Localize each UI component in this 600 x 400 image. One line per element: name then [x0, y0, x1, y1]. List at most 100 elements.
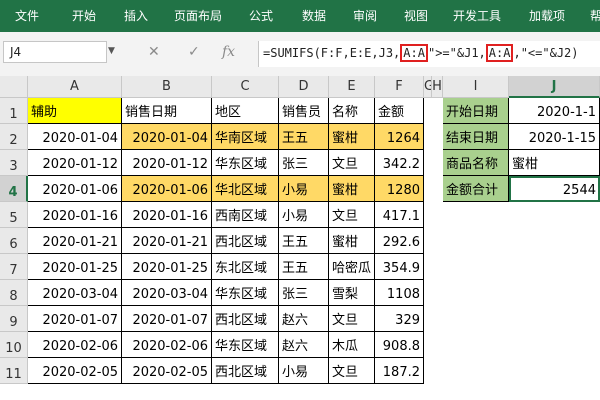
- cell[interactable]: 木瓜: [329, 332, 375, 358]
- ribbon-tab[interactable]: 文件: [15, 0, 39, 32]
- cell[interactable]: 蜜柑: [329, 176, 375, 202]
- row-header-6[interactable]: 6: [0, 228, 28, 254]
- ribbon-tab[interactable]: 帮: [590, 0, 600, 32]
- cell[interactable]: 2020-1-15: [509, 124, 600, 150]
- cell[interactable]: 2020-01-25: [28, 254, 122, 280]
- cell[interactable]: 2020-01-07: [28, 306, 122, 332]
- cell[interactable]: 华东区域: [212, 150, 279, 176]
- insert-function-icon[interactable]: fx: [222, 44, 235, 60]
- cell[interactable]: 文旦: [329, 358, 375, 384]
- cell[interactable]: 华东区域: [212, 332, 279, 358]
- cell[interactable]: 354.9: [375, 254, 424, 280]
- cell[interactable]: 雪梨: [329, 280, 375, 306]
- row-header-5[interactable]: 5: [0, 202, 28, 228]
- column-header-c[interactable]: C: [212, 76, 279, 98]
- ribbon-tab[interactable]: 插入: [124, 0, 148, 32]
- cell[interactable]: 小易: [279, 358, 329, 384]
- row-header-4[interactable]: 4: [0, 176, 28, 202]
- cell[interactable]: 张三: [279, 150, 329, 176]
- column-header-j[interactable]: J: [509, 76, 600, 98]
- cell[interactable]: 2020-01-04: [28, 124, 122, 150]
- cell[interactable]: 西北区域: [212, 228, 279, 254]
- cell[interactable]: 哈密瓜: [329, 254, 375, 280]
- cell[interactable]: 2544: [509, 176, 600, 202]
- cell[interactable]: 2020-02-06: [122, 332, 212, 358]
- cell[interactable]: 西北区域: [212, 358, 279, 384]
- cell[interactable]: 蜜柑: [329, 228, 375, 254]
- cell[interactable]: 蜜柑: [329, 124, 375, 150]
- cell[interactable]: 王五: [279, 228, 329, 254]
- cell[interactable]: 小易: [279, 176, 329, 202]
- row-header-8[interactable]: 8: [0, 280, 28, 306]
- cell[interactable]: 华北区域: [212, 176, 279, 202]
- cell[interactable]: 文旦: [329, 202, 375, 228]
- column-header-h[interactable]: H: [432, 76, 443, 98]
- cell[interactable]: 2020-01-07: [122, 306, 212, 332]
- cell[interactable]: 金额: [375, 98, 424, 124]
- cell[interactable]: 地区: [212, 98, 279, 124]
- ribbon-tab[interactable]: 审阅: [353, 0, 377, 32]
- cell[interactable]: 华东区域: [212, 280, 279, 306]
- cell[interactable]: 329: [375, 306, 424, 332]
- cell[interactable]: 1264: [375, 124, 424, 150]
- cell[interactable]: 2020-02-06: [28, 332, 122, 358]
- cell[interactable]: 东北区域: [212, 254, 279, 280]
- row-header-7[interactable]: 7: [0, 254, 28, 280]
- cell[interactable]: 2020-03-04: [28, 280, 122, 306]
- row-header-2[interactable]: 2: [0, 124, 28, 150]
- cell[interactable]: 2020-01-21: [122, 228, 212, 254]
- row-header-9[interactable]: 9: [0, 306, 28, 332]
- cell[interactable]: 王五: [279, 254, 329, 280]
- cell[interactable]: 西北区域: [212, 306, 279, 332]
- cell[interactable]: 开始日期: [443, 98, 509, 124]
- ribbon-tab[interactable]: 视图: [404, 0, 428, 32]
- cell[interactable]: 1280: [375, 176, 424, 202]
- worksheet-grid[interactable]: ABCDEFGHIJ 1234567891011 辅助销售日期地区销售员名称金额 20…: [0, 76, 600, 400]
- row-header-1[interactable]: 1: [0, 98, 28, 124]
- cell[interactable]: 小易: [279, 202, 329, 228]
- ribbon-tab[interactable]: 加载项: [529, 0, 565, 32]
- column-header-f[interactable]: F: [375, 76, 424, 98]
- cell[interactable]: 华南区域: [212, 124, 279, 150]
- name-box[interactable]: J4: [3, 41, 107, 63]
- cancel-formula-icon[interactable]: ✕: [148, 44, 160, 60]
- cell[interactable]: 文旦: [329, 150, 375, 176]
- cell[interactable]: 文旦: [329, 306, 375, 332]
- cell[interactable]: 417.1: [375, 202, 424, 228]
- ribbon-tab[interactable]: 公式: [249, 0, 273, 32]
- cell[interactable]: 1108: [375, 280, 424, 306]
- enter-formula-icon[interactable]: ✓: [188, 44, 200, 60]
- cell[interactable]: 2020-01-06: [122, 176, 212, 202]
- cell[interactable]: 2020-01-25: [122, 254, 212, 280]
- select-all-corner[interactable]: [0, 76, 28, 98]
- row-header-11[interactable]: 11: [0, 358, 28, 384]
- name-box-dropdown-icon[interactable]: ▼: [108, 46, 115, 56]
- cell[interactable]: 2020-01-16: [28, 202, 122, 228]
- cell[interactable]: 辅助: [28, 98, 122, 124]
- cell[interactable]: 张三: [279, 280, 329, 306]
- column-header-b[interactable]: B: [122, 76, 212, 98]
- cell[interactable]: 结束日期: [443, 124, 509, 150]
- cell[interactable]: 王五: [279, 124, 329, 150]
- ribbon-tab[interactable]: 开始: [72, 0, 96, 32]
- cell[interactable]: 2020-01-12: [28, 150, 122, 176]
- ribbon-tab[interactable]: 页面布局: [174, 0, 222, 32]
- column-header-i[interactable]: I: [443, 76, 509, 98]
- cell[interactable]: 187.2: [375, 358, 424, 384]
- row-header-10[interactable]: 10: [0, 332, 28, 358]
- ribbon-tab[interactable]: 数据: [302, 0, 326, 32]
- cell[interactable]: 2020-01-16: [122, 202, 212, 228]
- formula-input[interactable]: =SUMIFS(F:F,E:E,J3, A:A ">="&J1, A:A ,"<="&J…: [258, 41, 600, 67]
- cell[interactable]: 赵六: [279, 306, 329, 332]
- row-header-3[interactable]: 3: [0, 150, 28, 176]
- cell[interactable]: 销售员: [279, 98, 329, 124]
- column-header-d[interactable]: D: [279, 76, 329, 98]
- cell[interactable]: 2020-01-04: [122, 124, 212, 150]
- cell[interactable]: 2020-02-05: [122, 358, 212, 384]
- cell[interactable]: 西南区域: [212, 202, 279, 228]
- cell[interactable]: 2020-02-05: [28, 358, 122, 384]
- cell[interactable]: 金额合计: [443, 176, 509, 202]
- cell[interactable]: 赵六: [279, 332, 329, 358]
- column-header-g[interactable]: G: [424, 76, 432, 98]
- ribbon-tab[interactable]: 开发工具: [453, 0, 501, 32]
